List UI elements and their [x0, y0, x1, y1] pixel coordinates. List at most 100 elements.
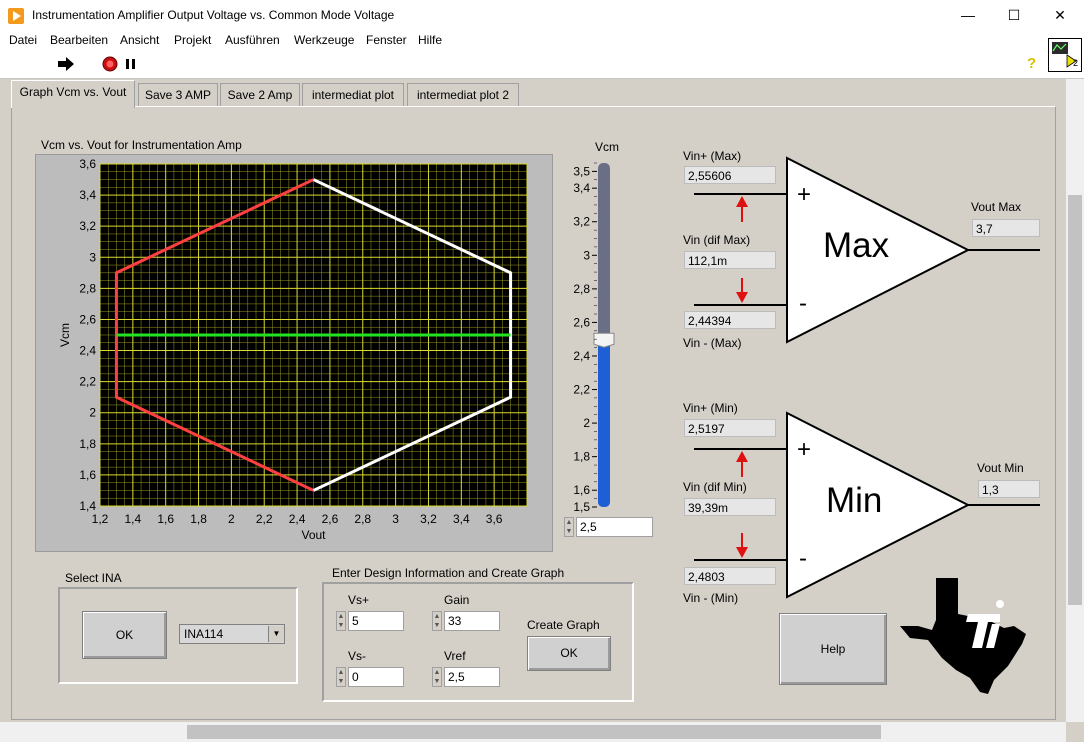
context-help-icon[interactable]: ? [1027, 55, 1036, 72]
pause-icon[interactable] [125, 58, 137, 70]
menu-ansicht[interactable]: Ansicht [120, 33, 159, 47]
vout-min-label: Vout Min [977, 461, 1024, 475]
slider-tick-label: 2,6 [573, 315, 590, 329]
select-ina-ok-button[interactable]: OK [82, 611, 167, 659]
y-tick-label: 2 [89, 406, 96, 420]
slider-tick-label: 3 [583, 248, 590, 262]
slider-tick-label: 1,8 [573, 450, 590, 464]
x-tick-label: 1,6 [157, 512, 174, 526]
x-tick-label: 1,8 [190, 512, 207, 526]
menu-hilfe[interactable]: Hilfe [418, 33, 442, 47]
x-tick-label: 2,6 [322, 512, 339, 526]
y-tick-label: 3,2 [79, 219, 96, 233]
x-tick-label: 3 [392, 512, 399, 526]
x-tick-label: 1,4 [125, 512, 142, 526]
slider-tick-label: 3,5 [573, 164, 590, 178]
tab-intermediat-plot-2[interactable]: intermediat plot 2 [407, 83, 519, 106]
gain-input[interactable]: 33 [444, 611, 500, 631]
vcm-spinner[interactable]: ▲ ▼ [564, 517, 574, 537]
amp-min-minus: - [799, 545, 807, 572]
vout-min-value: 1,3 [978, 480, 1040, 498]
y-tick-label: 1,8 [79, 437, 96, 451]
vref-label: Vref [444, 649, 466, 663]
slider-tick-label: 1,6 [573, 483, 590, 497]
slider-tick-label: 2,4 [573, 349, 590, 363]
y-tick-label: 3,4 [79, 188, 96, 202]
create-graph-label: Create Graph [527, 618, 600, 632]
x-axis-label: Vout [301, 528, 326, 542]
select-ina-label: Select INA [65, 571, 122, 585]
menu-datei[interactable]: Datei [9, 33, 37, 47]
x-tick-label: 2 [228, 512, 235, 526]
vi-icon: 2 [1048, 38, 1082, 72]
x-tick-label: 3,2 [420, 512, 437, 526]
x-tick-label: 3,4 [453, 512, 470, 526]
y-tick-label: 1,4 [79, 499, 96, 513]
vref-spinner[interactable]: ▲ ▼ [432, 667, 442, 687]
texas-instruments-logo [900, 578, 1026, 694]
slider-tick-label: 2,8 [573, 282, 590, 296]
tab-save-2-amp[interactable]: Save 2 Amp [220, 83, 300, 106]
slider-tick-label: 2,2 [573, 383, 590, 397]
toolbar [0, 51, 1084, 79]
gain-spinner[interactable]: ▲ ▼ [432, 611, 442, 631]
vcm-value-input[interactable]: 2,5 [576, 517, 653, 537]
y-axis-label: Vcm [58, 323, 72, 347]
maximize-button[interactable]: ☐ [991, 0, 1037, 31]
slider-thumb[interactable] [593, 332, 615, 348]
run-continuously-icon[interactable] [56, 56, 76, 72]
vout-max-label: Vout Max [971, 200, 1022, 214]
vout-max-value: 3,7 [972, 219, 1040, 237]
vcm-slider[interactable]: 3,5 3,4 3,2 3 2,8 2,6 2,4 2,2 2 1,8 1,6 1,5 [560, 155, 620, 515]
create-graph-button[interactable]: OK [527, 636, 611, 671]
x-tick-label: 2,8 [354, 512, 371, 526]
y-tick-label: 3,6 [79, 157, 96, 171]
menu-projekt[interactable]: Projekt [174, 33, 211, 47]
y-tick-label: 2,8 [79, 281, 96, 295]
vs-plus-spinner[interactable]: ▲ ▼ [336, 611, 346, 631]
window-title: Instrumentation Amplifier Output Voltage… [32, 8, 395, 22]
abort-icon[interactable] [102, 56, 118, 72]
vs-minus-input[interactable]: 0 [348, 667, 404, 687]
y-tick-label: 1,6 [79, 468, 96, 482]
x-tick-label: 2,2 [256, 512, 273, 526]
minimize-button[interactable]: — [945, 0, 991, 31]
vs-plus-label: Vs+ [348, 593, 370, 607]
tab-graph-vcm-vs-vout[interactable]: Graph Vcm vs. Vout [11, 80, 135, 108]
vs-minus-spinner[interactable]: ▲ ▼ [336, 667, 346, 687]
amp-min-name: Min [826, 481, 883, 520]
menu-ausfuehren[interactable]: Ausführen [225, 33, 280, 47]
slider-tick-label: 3,4 [573, 181, 590, 195]
ina-select-value: INA114 [184, 627, 224, 641]
tab-intermediat-plot[interactable]: intermediat plot [302, 83, 404, 106]
vs-plus-input[interactable]: 5 [348, 611, 404, 631]
amp-max-minus: - [799, 290, 807, 317]
vcm-vout-chart[interactable]: 1,2 1,4 1,6 1,8 2 2,2 2,4 2,6 2,8 3 3,2 3,4 3,61,41,… [35, 154, 551, 550]
app-icon [8, 8, 24, 24]
vertical-scroll-thumb[interactable] [1068, 195, 1082, 605]
ina-select-dropdown[interactable]: INA114 ▼ [179, 624, 285, 644]
vi-icon-number: 2 [1073, 58, 1079, 68]
chevron-down-icon[interactable]: ▼ [268, 626, 284, 642]
y-tick-label: 2,2 [79, 375, 96, 389]
amp-max-plus: + [797, 181, 812, 208]
amp-max-name: Max [823, 226, 890, 265]
tab-save-3-amp[interactable]: Save 3 AMP [138, 83, 218, 106]
help-button[interactable]: Help [779, 613, 887, 685]
y-tick-label: 2,6 [79, 312, 96, 326]
close-button[interactable]: ✕ [1037, 0, 1083, 31]
x-tick-label: 3,6 [486, 512, 503, 526]
menu-werkzeuge[interactable]: Werkzeuge [294, 33, 354, 47]
gain-label: Gain [444, 593, 470, 607]
slider-label: Vcm [595, 140, 619, 154]
x-tick-label: 1,2 [92, 512, 109, 526]
menu-fenster[interactable]: Fenster [366, 33, 407, 47]
menu-bearbeiten[interactable]: Bearbeiten [50, 33, 108, 47]
vref-input[interactable]: 2,5 [444, 667, 500, 687]
horizontal-scroll-thumb[interactable] [187, 725, 881, 739]
y-tick-label: 3 [89, 250, 96, 264]
y-tick-label: 2,4 [79, 344, 96, 358]
x-tick-label: 2,4 [289, 512, 306, 526]
slider-tick-label: 3,2 [573, 215, 590, 229]
design-group-label: Enter Design Information and Create Grap… [332, 566, 565, 580]
